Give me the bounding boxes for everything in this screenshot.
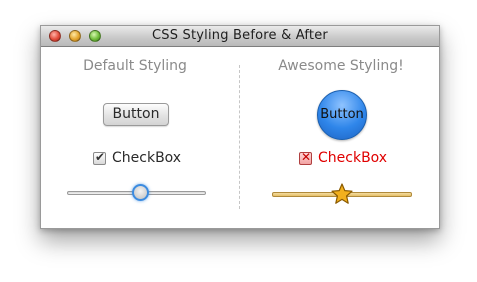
column-divider (239, 65, 240, 209)
awesome-button[interactable]: Button (317, 90, 367, 140)
default-checkbox[interactable]: ✔ CheckBox (93, 150, 181, 166)
default-styling-heading: Default Styling (83, 58, 187, 74)
awesome-checkbox-label: CheckBox (318, 150, 388, 166)
window-title: CSS Styling Before & After (152, 28, 328, 43)
check-icon: ✔ (95, 149, 106, 164)
title-bar[interactable]: CSS Styling Before & After (41, 26, 439, 47)
star-slider-thumb-icon[interactable] (331, 183, 353, 205)
awesome-checkbox[interactable]: ✕ CheckBox (299, 150, 387, 166)
default-button[interactable]: Button (103, 103, 169, 126)
default-slider-thumb[interactable] (132, 184, 149, 201)
app-window: CSS Styling Before & After Default Styli… (40, 25, 440, 229)
default-checkbox-label: CheckBox (112, 150, 182, 166)
checkbox-box[interactable]: ✔ (93, 149, 106, 165)
x-mark-icon: ✕ (301, 149, 312, 164)
window-content: Default Styling Awesome Styling! Button … (41, 47, 439, 228)
checkbox-box[interactable]: ✕ (299, 149, 312, 165)
awesome-styling-heading: Awesome Styling! (278, 58, 404, 74)
